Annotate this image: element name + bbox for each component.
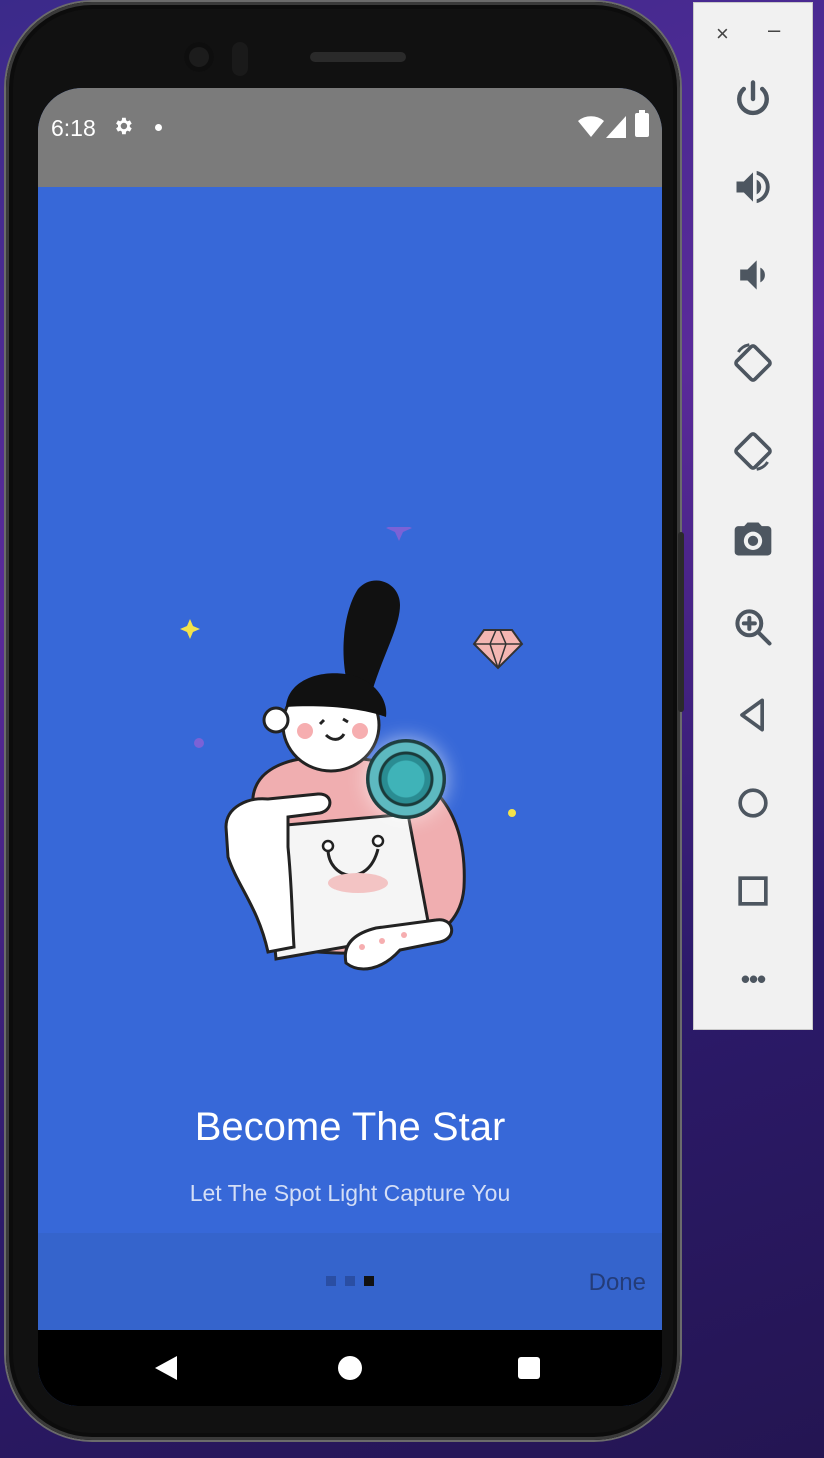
onboarding-title: Become The Star [194,1105,506,1149]
screenshot-button[interactable] [723,511,783,567]
overview-button[interactable] [723,863,783,919]
nav-back-icon[interactable] [155,1356,177,1380]
status-time: 6:18 [51,115,96,141]
touch-indicator-icon [366,739,446,819]
front-camera [184,42,214,72]
more-icon: ••• [740,963,766,994]
zoom-icon [735,609,772,646]
done-button[interactable]: Done [589,1269,646,1297]
camera-icon [734,522,772,556]
settings-gear-icon [116,117,132,135]
nav-recents-icon[interactable] [518,1357,540,1379]
android-nav-bar [38,1330,662,1406]
zoom-button[interactable] [723,599,783,655]
minimize-icon[interactable]: – [768,17,780,43]
page-dot-1 [326,1276,336,1286]
proximity-sensor [232,42,248,76]
overview-icon [738,876,768,906]
volume-up-icon [736,170,770,204]
cell-signal-icon [606,116,626,138]
wifi-icon [578,116,604,137]
power-button[interactable] [723,71,783,127]
onboarding-page: Become The Star Let The Spot Light Captu… [38,187,662,1233]
battery-icon [635,110,649,137]
back-button[interactable] [723,687,783,743]
rotate-right-button[interactable] [723,423,783,479]
volume-down-icon [740,260,765,290]
device-screen: 6:18 Become The Star Let The Spot Light … [38,88,662,1406]
close-icon[interactable]: × [716,21,729,47]
page-indicator [326,1276,374,1286]
home-icon [738,788,768,818]
phone-frame: 6:18 Become The Star Let The Spot Light … [6,2,684,1440]
back-icon [740,698,764,732]
rotate-right-icon [734,432,772,471]
onboarding-bottom-bar: Done [38,1233,662,1330]
earpiece-speaker [310,52,406,62]
more-button[interactable]: ••• [723,951,783,1007]
emulator-control-panel: × – ••• [693,2,813,1030]
page-dot-3-active [364,1276,374,1286]
onboarding-illustration [180,527,524,971]
power-icon [737,80,769,116]
side-button [678,532,684,712]
volume-down-button[interactable] [723,247,783,303]
volume-up-button[interactable] [723,159,783,215]
nav-home-icon[interactable] [338,1356,362,1380]
home-button[interactable] [723,775,783,831]
notification-dot-icon [155,124,162,131]
rotate-left-button[interactable] [723,335,783,391]
rotate-left-icon [734,343,772,382]
status-bar: 6:18 [38,88,662,187]
onboarding-subtitle: Let The Spot Light Capture You [189,1180,511,1206]
page-dot-2 [345,1276,355,1286]
